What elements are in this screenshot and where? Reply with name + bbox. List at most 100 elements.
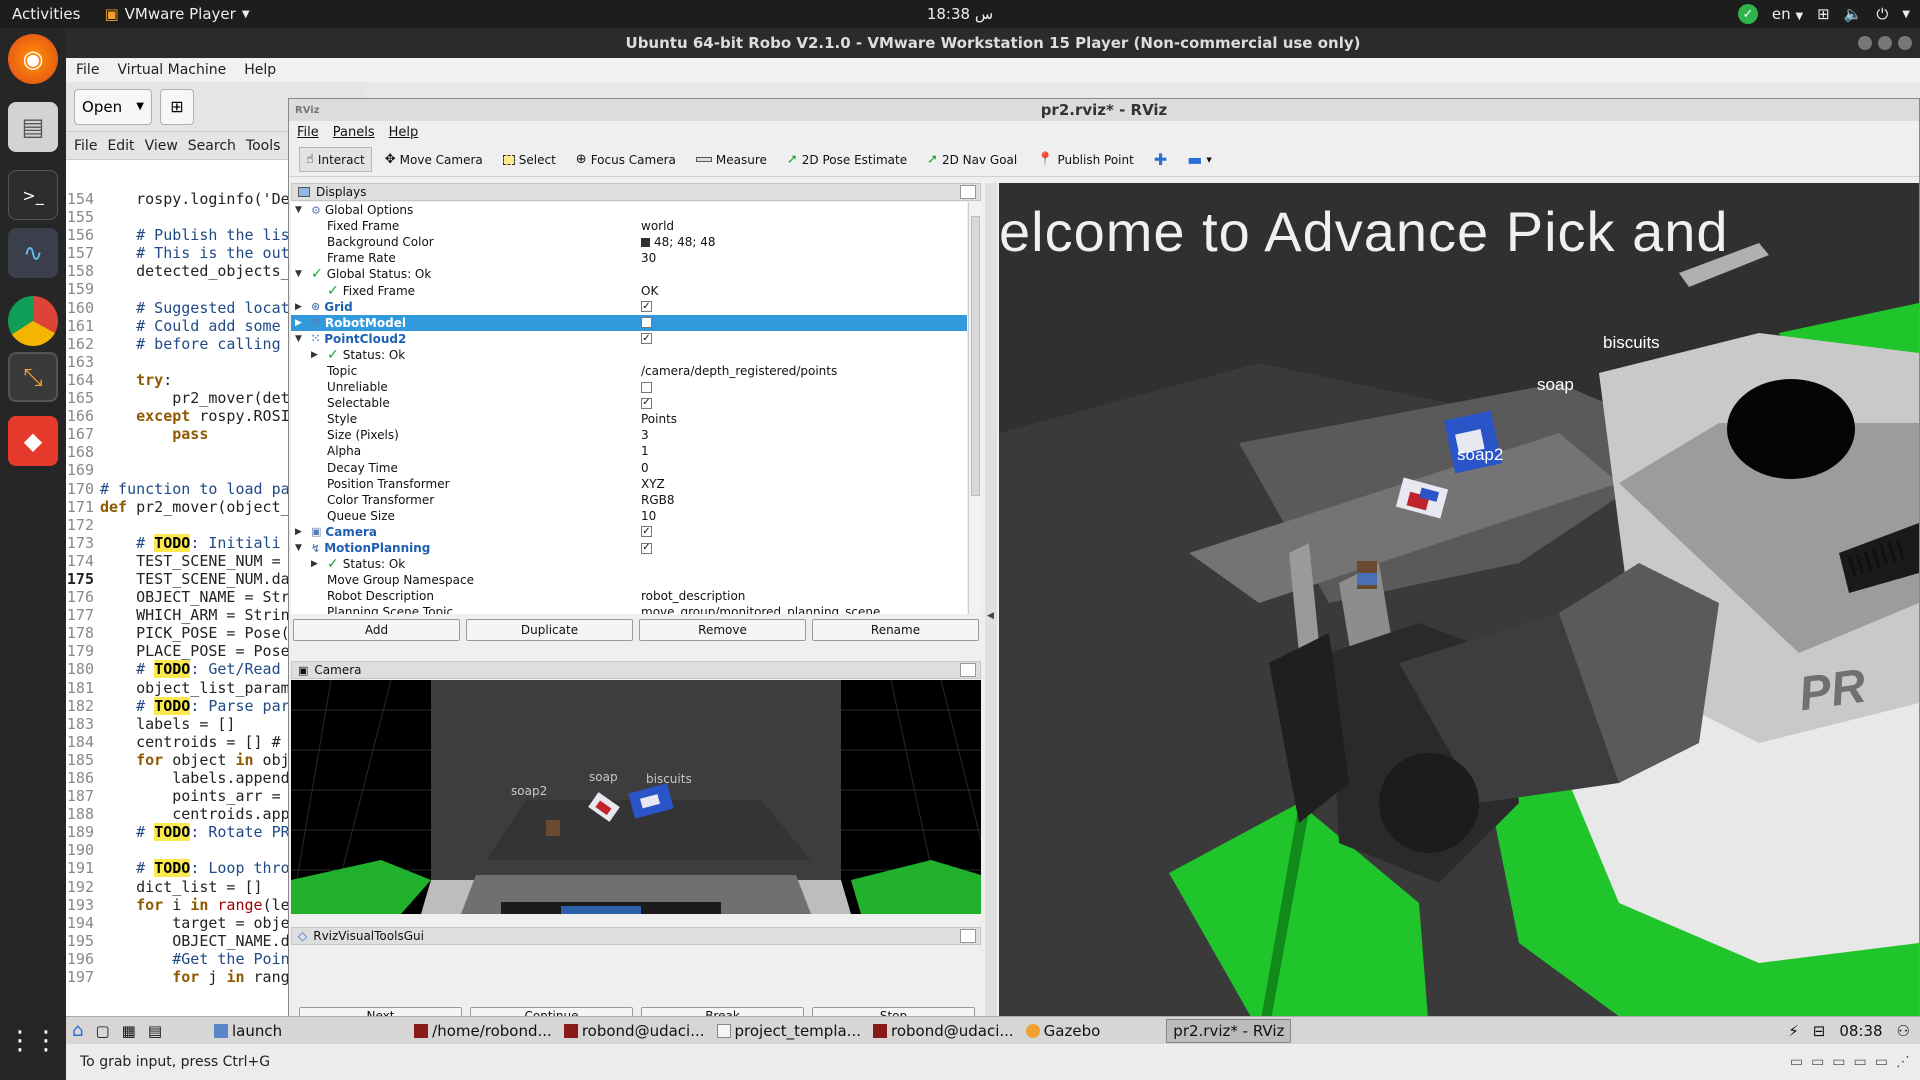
language-indicator[interactable]: en ▼ — [1772, 5, 1803, 23]
panel-close-button[interactable] — [960, 185, 976, 199]
new-tab-button[interactable]: ⊞ — [160, 88, 194, 125]
tool-2d-pose-estimate[interactable]: ➚ 2D Pose Estimate — [780, 147, 914, 172]
menu-virtual-machine[interactable]: Virtual Machine — [115, 62, 228, 78]
tree-row-value[interactable]: robot_description — [641, 589, 745, 603]
quicklaunch-icon[interactable]: ▤ — [142, 1019, 168, 1043]
tree-row-value[interactable]: 48; 48; 48 — [641, 235, 716, 249]
tree-row[interactable]: Robot Description robot_description — [291, 588, 967, 604]
tree-row-value[interactable]: Points — [641, 412, 677, 426]
tree-row-value[interactable]: /camera/depth_registered/points — [641, 364, 837, 378]
remove-tool-button[interactable]: ▬ ▼ — [1180, 145, 1219, 174]
rviz-menu-panels[interactable]: Panels — [333, 125, 375, 140]
panel-splitter[interactable]: ◀ — [985, 183, 997, 1031]
taskbar-item-terminal-1[interactable]: robond@udaci... — [558, 1019, 711, 1043]
printer-icon[interactable]: ▭ — [1790, 1054, 1803, 1070]
tree-row-value[interactable]: 30 — [641, 251, 656, 265]
gedit-menu-view[interactable]: View — [145, 138, 178, 154]
expand-arrow-icon[interactable]: ▶ — [311, 350, 318, 360]
close-button[interactable] — [1898, 36, 1912, 50]
taskbar-item-project[interactable]: project_templa... — [711, 1019, 867, 1043]
tool-interact[interactable]: ☝ Interact — [299, 147, 372, 172]
update-check-icon[interactable]: ✓ — [1737, 4, 1758, 24]
tree-row[interactable]: Alpha 1 — [291, 443, 967, 459]
tree-row[interactable]: Background Color 48; 48; 48 — [291, 234, 967, 250]
tree-row[interactable]: Move Group Namespace — [291, 572, 967, 588]
tree-row-value[interactable]: ✓ — [641, 333, 656, 345]
rviz-menu-file[interactable]: File — [297, 125, 319, 140]
tree-row-value[interactable]: ✓ — [641, 542, 656, 554]
expand-arrow-icon[interactable]: ▼ — [295, 334, 302, 344]
tree-row-value[interactable]: 0 — [641, 461, 649, 475]
quicklaunch-icon[interactable]: ▦ — [116, 1019, 142, 1043]
gedit-menu-edit[interactable]: Edit — [107, 138, 134, 154]
tree-row[interactable]: ▼ ⁙ PointCloud2 ✓ — [291, 331, 967, 347]
tree-row-value[interactable]: ✓ — [641, 397, 656, 409]
expand-arrow-icon[interactable]: ▶ — [295, 318, 302, 328]
checkbox[interactable]: ✓ — [641, 526, 652, 538]
sound-icon[interactable]: ▭ — [1854, 1054, 1867, 1070]
menu-help[interactable]: Help — [242, 62, 278, 78]
tree-row[interactable]: Fixed Frame world — [291, 218, 967, 234]
harddisk-icon[interactable]: ▭ — [1875, 1054, 1888, 1070]
lightning-icon[interactable]: ⚡ — [1788, 1022, 1799, 1040]
add-button[interactable]: Add — [293, 619, 460, 641]
network-adapter-icon[interactable]: ▭ — [1832, 1054, 1845, 1070]
tree-row-value[interactable]: world — [641, 219, 674, 233]
show-applications-icon[interactable]: ⋮⋮ — [7, 1016, 59, 1066]
displays-scrollbar[interactable] — [968, 202, 981, 614]
checkbox[interactable]: ✓ — [641, 301, 652, 313]
tree-row[interactable]: Queue Size 10 — [291, 508, 967, 524]
tree-row-value[interactable]: ✓ — [641, 301, 656, 313]
tree-row[interactable]: Color Transformer RGB8 — [291, 492, 967, 508]
tree-row[interactable]: Style Points — [291, 411, 967, 427]
system-monitor-icon[interactable]: ∿ — [8, 228, 58, 278]
chromium-icon[interactable] — [8, 296, 58, 346]
clock[interactable]: 18:38 س — [927, 5, 993, 23]
tree-row[interactable]: Size (Pixels) 3 — [291, 427, 967, 443]
tree-row[interactable]: ✓ Fixed Frame OK — [291, 282, 967, 299]
minimize-button[interactable] — [1858, 36, 1872, 50]
taskbar-item-launch[interactable]: launch — [208, 1019, 288, 1043]
tree-row-value[interactable]: move_group/monitored_planning_scene — [641, 605, 880, 614]
expand-arrow-icon[interactable]: ▶ — [295, 302, 302, 312]
user-icon[interactable]: ⚇ — [1897, 1022, 1910, 1040]
tree-row[interactable]: ▶ ✓ Status: Ok — [291, 347, 967, 363]
remove-button[interactable]: Remove — [639, 619, 806, 641]
checkbox[interactable]: ✓ — [641, 333, 652, 345]
expand-arrow-icon[interactable]: ▶ — [311, 559, 318, 569]
expand-arrow-icon[interactable]: ▼ — [295, 543, 302, 553]
taskbar-item-rviz[interactable]: pr2.rviz* - RViz — [1166, 1018, 1292, 1043]
terminal-icon[interactable]: >_ — [8, 170, 58, 220]
tree-row-value[interactable] — [641, 317, 656, 329]
gedit-menu-tools[interactable]: Tools — [246, 138, 281, 154]
tool-focus-camera[interactable]: ⊕ Focus Camera — [569, 147, 683, 172]
app-menu[interactable]: ▣ VMware Player ▼ — [104, 5, 249, 23]
menu-file[interactable]: File — [74, 62, 101, 78]
tool-select[interactable]: Select — [496, 148, 563, 172]
tree-row-value[interactable]: ✓ — [641, 526, 656, 538]
tree-row[interactable]: ▼ ⚙ Global Options — [291, 202, 967, 218]
panel-close-button[interactable] — [960, 663, 976, 677]
network-icon[interactable]: ⊟ — [1813, 1022, 1826, 1040]
tool-publish-point[interactable]: 📍 Publish Point — [1030, 147, 1141, 172]
tree-row[interactable]: Decay Time 0 — [291, 460, 967, 476]
tree-row-value[interactable] — [641, 381, 656, 393]
tree-row[interactable]: ▶ ✓ Status: Ok — [291, 556, 967, 572]
expand-arrow-icon[interactable]: ▶ — [295, 527, 302, 537]
taskbar-item-home[interactable]: /home/robond... — [408, 1019, 558, 1043]
tree-row[interactable]: Frame Rate 30 — [291, 250, 967, 266]
tree-row[interactable]: Planning Scene Topic move_group/monitored… — [291, 604, 967, 614]
activities-button[interactable]: Activities — [0, 5, 92, 23]
expand-arrow-icon[interactable]: ▼ — [295, 205, 302, 215]
checkbox[interactable]: ✓ — [641, 397, 652, 409]
tree-row-value[interactable]: 1 — [641, 444, 649, 458]
usb-icon[interactable]: ▭ — [1811, 1054, 1824, 1070]
checkbox[interactable] — [641, 317, 652, 329]
gedit-menu-search[interactable]: Search — [188, 138, 236, 154]
start-menu-icon[interactable]: ⌂ — [66, 1019, 89, 1043]
volume-icon[interactable]: 🔈 — [1844, 5, 1863, 23]
tree-row[interactable]: Topic/camera/depth_registered/points — [291, 363, 967, 379]
rename-button[interactable]: Rename — [812, 619, 979, 641]
tree-row[interactable]: ▼ ↯ MotionPlanning ✓ — [291, 540, 967, 556]
camera-view[interactable]: soap2 soap biscuits — [291, 680, 981, 914]
